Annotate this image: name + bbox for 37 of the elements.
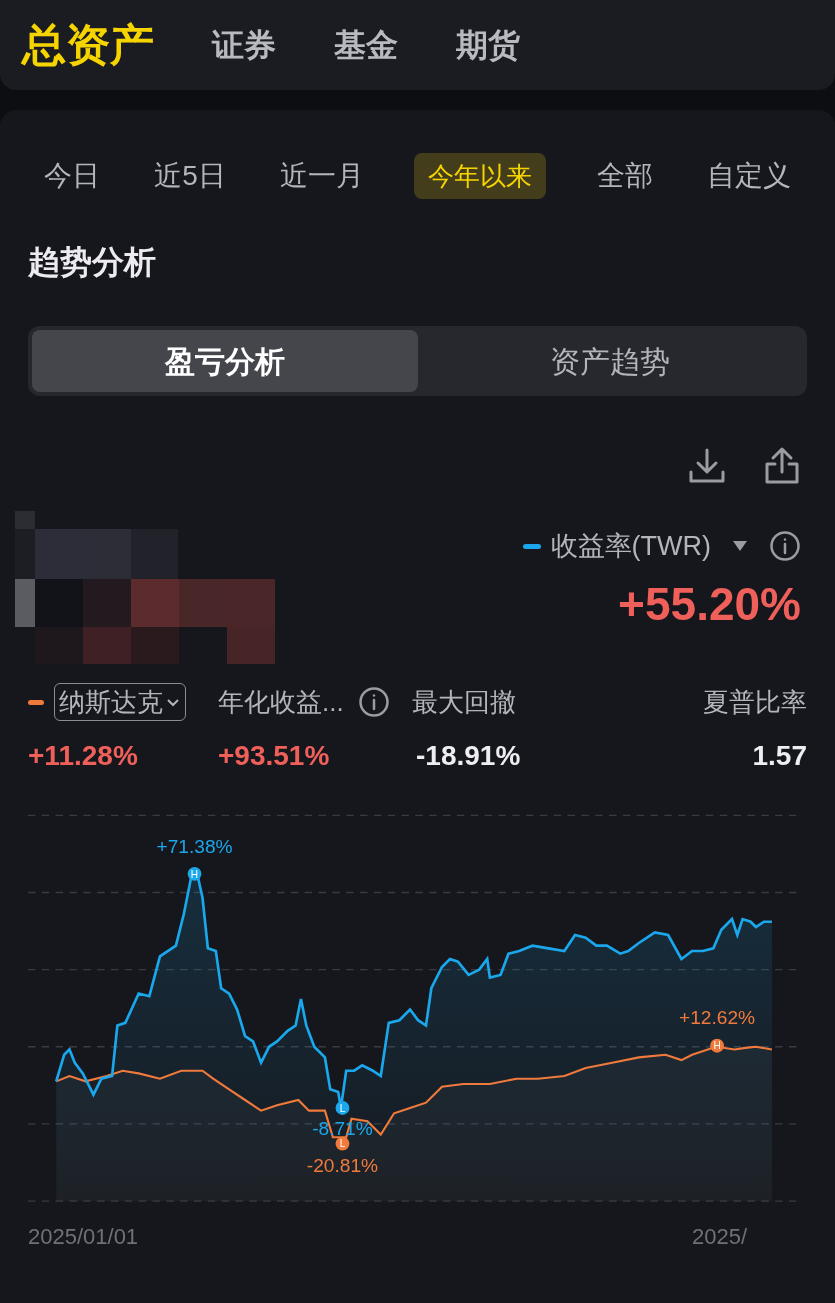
benchmark-value: +11.28% xyxy=(28,739,139,773)
download-icon[interactable] xyxy=(687,446,727,486)
annotation-label: -20.81% xyxy=(306,1154,379,1176)
axis-date: 2025/01/01 xyxy=(28,1223,139,1251)
stat-value: +93.51% xyxy=(218,739,331,773)
info-icon[interactable] xyxy=(769,530,801,563)
period-tab[interactable]: 近一月 xyxy=(276,155,369,197)
period-tab[interactable]: 近5日 xyxy=(150,155,230,197)
tab[interactable]: 总资产 xyxy=(22,12,154,78)
stat-label: 最大回撤 xyxy=(412,685,516,719)
segment-tab[interactable]: 资产趋势 xyxy=(417,330,803,392)
tab[interactable]: 基金 xyxy=(334,21,398,69)
period-tab[interactable]: 今日 xyxy=(40,155,104,197)
marker-dot: L xyxy=(335,1101,350,1115)
stat-value: 1.57 xyxy=(751,739,807,773)
marker-dot: H xyxy=(187,866,202,881)
share-icon[interactable] xyxy=(763,446,801,486)
axis-date: 2025/ xyxy=(691,1223,747,1251)
benchmark-dropdown[interactable]: 纳斯达克 xyxy=(54,683,186,721)
info-icon[interactable] xyxy=(357,686,390,718)
tab[interactable]: 期货 xyxy=(456,21,520,69)
period-tab[interactable]: 自定义 xyxy=(703,155,795,197)
stat-value: -18.91% xyxy=(415,739,522,773)
marker-dot: L xyxy=(335,1136,350,1151)
marker-dot: H xyxy=(710,1038,724,1053)
tab[interactable]: 证券 xyxy=(212,21,276,69)
dropdown-caret-icon[interactable] xyxy=(733,541,747,552)
period-tab[interactable]: 全部 xyxy=(592,155,657,197)
stat-label: 夏普比率 xyxy=(703,685,807,719)
section-title: 趋势分析 xyxy=(28,243,157,282)
annotation-label: +71.38% xyxy=(156,835,233,857)
return-value: +55.20% xyxy=(618,580,801,627)
metric-label: 收益率(TWR) xyxy=(550,530,711,563)
stat-label: 年化收益... xyxy=(218,685,344,719)
annotation-label: +12.62% xyxy=(679,1007,756,1029)
segment-tab[interactable]: 盈亏分析 xyxy=(32,330,418,392)
period-tab[interactable]: 今年以来 xyxy=(414,153,547,199)
